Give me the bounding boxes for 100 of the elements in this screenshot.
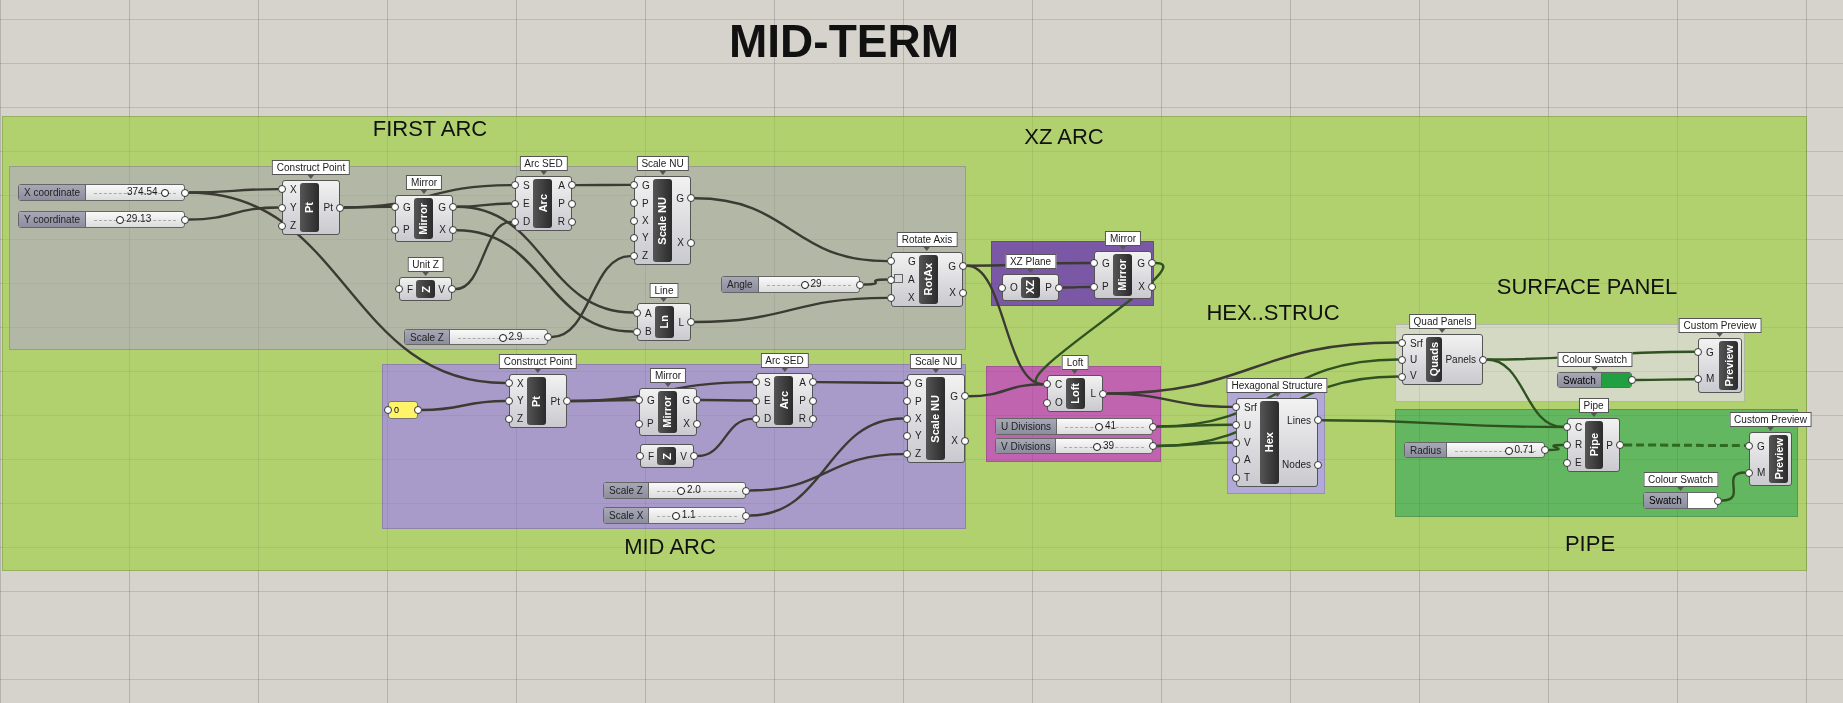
port-label: Y [517,395,524,407]
port-icon [384,406,392,414]
port-label: R [798,412,806,424]
port-icon [1745,468,1753,477]
port-icon [1090,259,1098,267]
port-label: Lines [1287,415,1311,427]
slider-value: 29.13 [126,213,152,225]
port-label: Z [517,412,524,424]
port-label: A [908,274,915,285]
component-name: Loft [1065,378,1085,409]
group-label: SURFACE PANEL [1496,274,1678,300]
port-icon [961,436,969,445]
slider-knob[interactable] [1093,443,1102,451]
color-swatch[interactable] [1687,493,1717,508]
slider[interactable]: Y coordinate 29.13 [18,211,185,228]
slider-knob[interactable] [676,487,685,495]
slider-knob[interactable] [800,281,809,289]
swatch-label: Swatch [1644,493,1688,508]
port-icon [1099,389,1107,398]
port-icon [633,327,641,336]
slider[interactable]: U Divisions 41 [995,418,1153,435]
slider-label: Scale Z [405,330,450,344]
port-label: D [523,215,531,227]
slider-value: 374.54 [126,186,158,198]
slider-knob[interactable] [498,334,507,342]
port-label: F [648,450,655,462]
port-label: X [683,418,690,429]
port-label: Y [290,202,297,213]
slider[interactable]: V Divisions 39 [995,438,1153,454]
component-node[interactable]: S E D Arc A P R [756,373,813,428]
swatch-label: Swatch [1558,373,1602,387]
component-name: Scale NU [925,377,945,460]
port-label: P [403,224,410,236]
port-label: P [799,395,806,406]
port-icon [1148,259,1156,267]
component-name: Quads [1425,337,1443,382]
port-icon [635,396,643,404]
port-label: C [1055,379,1063,391]
slider-knob[interactable] [1094,423,1103,431]
slider[interactable]: Scale X 1.1 [603,507,746,524]
port-label: P [1606,439,1613,451]
slider-knob[interactable] [1504,447,1513,455]
port-label: Y [915,430,922,442]
component-node[interactable]: Srf U V A T Hex Lines Nodes [1236,398,1318,487]
port-label: X [642,214,649,226]
component-node[interactable]: O XZ P [1002,274,1059,301]
slider[interactable]: X coordinate 374.54 [18,184,185,201]
port-label: A [558,180,565,192]
port-icon [1148,283,1156,291]
color-swatch[interactable] [1601,373,1631,387]
slider-knob[interactable] [160,189,169,197]
canvas-title: MID-TERM [729,14,959,68]
port-label: M [1757,466,1766,478]
slider[interactable]: Angle 29 [721,276,860,293]
port-label: G [1706,346,1714,358]
port-icon [395,285,403,293]
component-name: RotAx [918,255,938,304]
port-icon [687,238,695,247]
component-node[interactable]: X Y Z Pt Pt [282,180,340,235]
port-label: C [1575,422,1583,434]
slider-knob[interactable] [116,216,125,224]
port-icon [959,289,967,298]
port-label: Pt [323,202,333,213]
port-icon [687,318,695,326]
component-name: Pipe [1585,421,1604,469]
port-icon [959,261,967,270]
slider-label: Y coordinate [19,212,86,227]
component-node[interactable]: F Z V [640,444,694,468]
component-node[interactable]: S E D Arc A P R [515,176,572,231]
component-node[interactable]: C R E Pipe P [1567,418,1620,472]
slider[interactable]: Scale Z 2.0 [603,482,746,499]
port-icon [505,397,513,405]
port-icon [1149,442,1157,450]
port-label: X [677,236,684,248]
port-icon [1314,460,1322,469]
slider-value: 2.0 [686,484,701,496]
port-label: V [680,450,687,462]
port-label: V [1244,436,1251,448]
slider-label: Radius [1405,443,1448,457]
wire [863,278,888,286]
component-node[interactable]: X Y Z Pt Pt [509,374,567,428]
port-label: G [676,193,684,205]
port-icon [633,308,641,317]
component-node[interactable]: F Z V [399,277,452,301]
port-label: G [682,395,690,406]
port-label: M [1706,373,1715,385]
port-icon [693,420,701,428]
port-label: X [908,291,915,303]
port-icon [181,215,189,224]
slider-knob[interactable] [671,512,680,520]
port-icon [414,406,422,414]
port-icon [1055,283,1063,292]
component-name: Pt [299,183,319,232]
panel-node[interactable]: 0 [388,401,418,419]
slider[interactable]: Scale Z 2.9 [404,329,548,345]
component-name: Pt [526,377,546,425]
port-label: P [642,197,649,209]
marker-icon [894,274,903,283]
component-name: Z [416,280,436,298]
slider[interactable]: Radius 0.71 [1404,442,1545,458]
